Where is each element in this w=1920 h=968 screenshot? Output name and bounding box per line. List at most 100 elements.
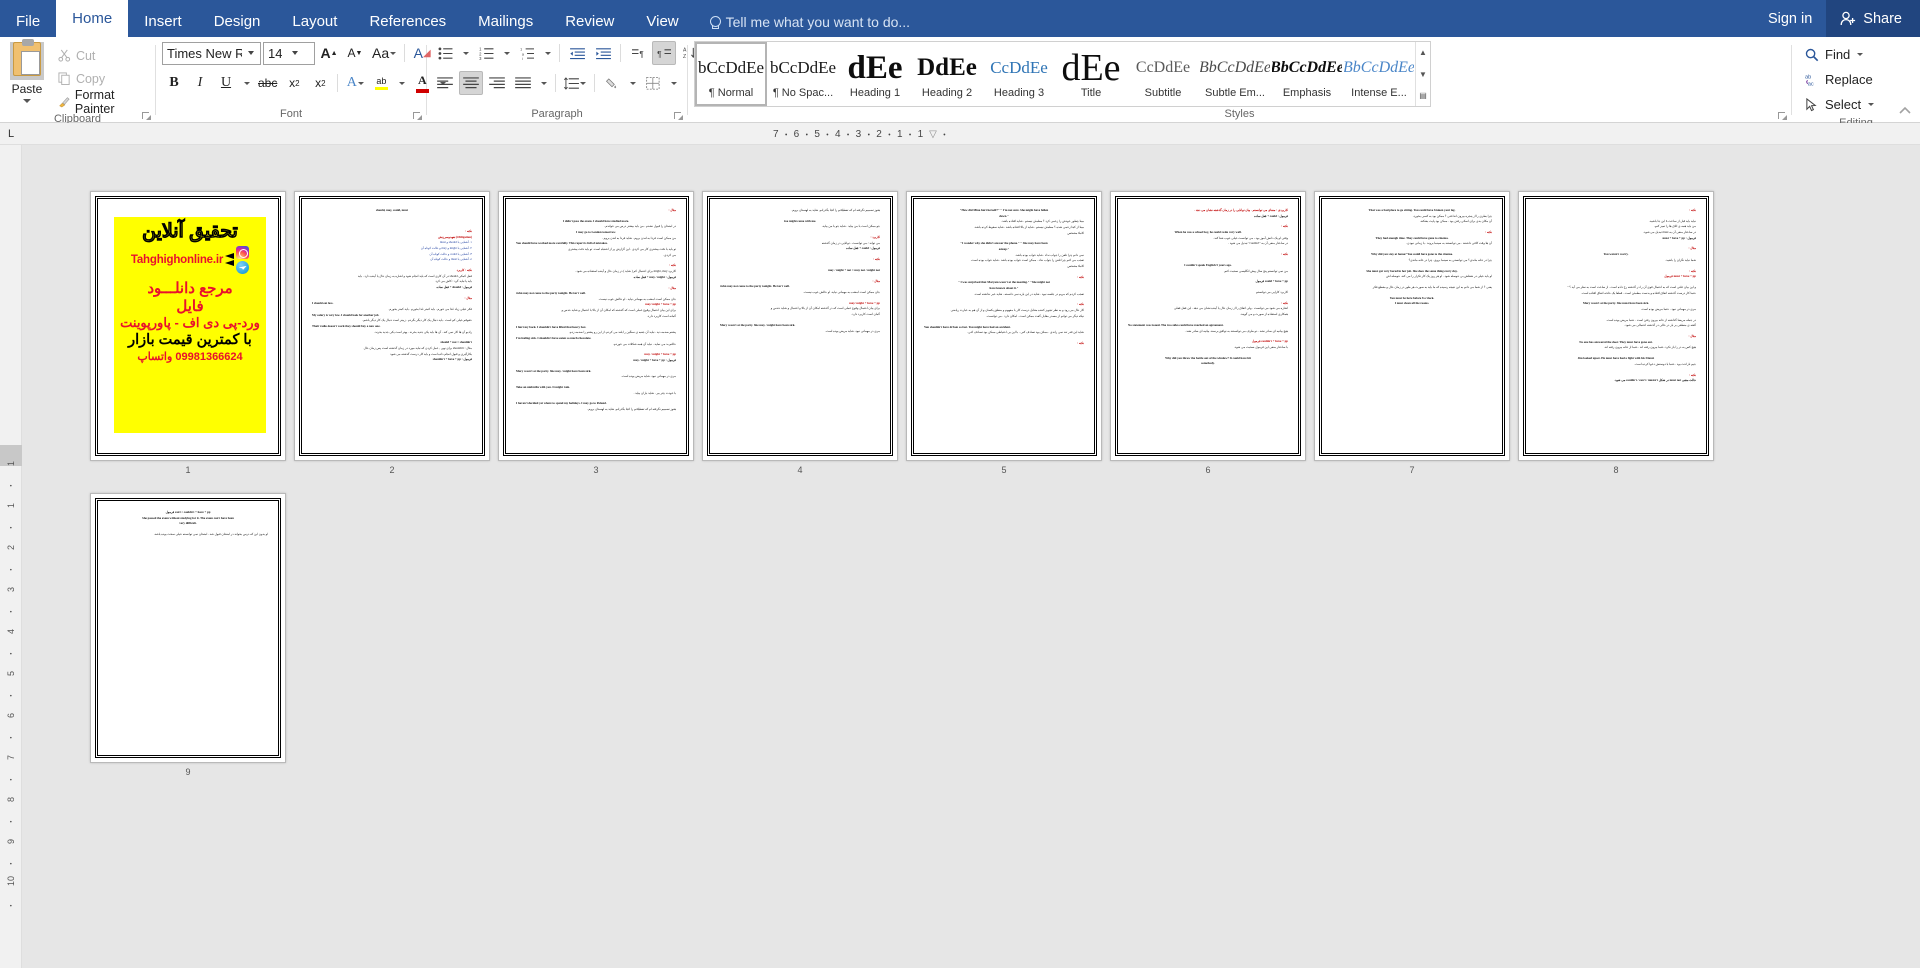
style-heading-2[interactable]: DdEe Heading 2 [911, 42, 983, 106]
page-thumbnail[interactable]: تحقیق آنلاین Tahghighonline.ir مرجع دانلــ… [88, 191, 288, 475]
text-effects-button[interactable]: A [343, 71, 367, 95]
bullets-dropdown[interactable] [459, 41, 472, 65]
font-name-combo[interactable]: Times New R( [162, 41, 261, 65]
document-page[interactable]: مثال : I didn't pass the exam. I should h… [498, 191, 694, 461]
tab-layout[interactable]: Layout [276, 7, 353, 37]
clipboard-dialog-launcher[interactable] [142, 112, 151, 121]
multilevel-list-button[interactable]: 1ai [515, 41, 539, 65]
style-heading-3[interactable]: CcDdEe Heading 3 [983, 42, 1055, 106]
tab-design[interactable]: Design [198, 7, 277, 37]
bold-button[interactable]: B [162, 71, 186, 95]
grow-font-button[interactable]: A ▲ [317, 41, 341, 65]
sign-in-button[interactable]: Sign in [1754, 11, 1826, 27]
page-thumbnail[interactable]: should, may, could, must نکته : (Obligatio… [292, 191, 492, 475]
superscript-button[interactable]: x2 [308, 71, 332, 95]
tab-review[interactable]: Review [549, 7, 630, 37]
tell-me-box[interactable]: Tell me what you want to do... [709, 14, 910, 30]
style-subtitle[interactable]: CcDdEe Subtitle [1127, 42, 1199, 106]
styles-scroll[interactable]: ▲ ▼ ▤ [1415, 42, 1430, 106]
justify-dropdown[interactable] [537, 71, 550, 95]
styles-scroll-down-icon[interactable]: ▼ [1416, 64, 1430, 85]
styles-dialog-launcher[interactable] [1778, 112, 1787, 121]
style-title[interactable]: dEe Title [1055, 42, 1127, 106]
subscript-button[interactable]: x2 [282, 71, 306, 95]
change-case-button[interactable]: Aa [369, 41, 399, 65]
horizontal-ruler[interactable]: 7 ꞏ 6 ꞏ 5 ꞏ 4 ꞏ 3 ꞏ 2 ꞏ 1 ꞏ 1 ▽ ꞏ [770, 123, 949, 145]
align-center-button[interactable] [459, 71, 483, 95]
underline-button[interactable]: U [214, 71, 238, 95]
find-button[interactable]: Find [1800, 42, 1868, 67]
highlight-button[interactable]: ab [369, 71, 393, 95]
tab-home[interactable]: Home [56, 0, 129, 37]
page-thumbnail[interactable]: "How did Mina hurt herself?" " I'm not s… [904, 191, 1104, 475]
decrease-indent-button[interactable] [565, 41, 589, 65]
font-size-combo[interactable]: 14 [263, 41, 315, 65]
document-page[interactable]: "How did Mina hurt herself?" " I'm not s… [906, 191, 1102, 461]
styles-more-icon[interactable]: ▤ [1416, 85, 1430, 106]
page-thumbnail[interactable]: can't / couldn't + have + pp فرمول She pa… [88, 493, 288, 777]
styles-gallery[interactable]: bCcDdEe ¶ Normal bCcDdEe ¶ No Spac... dE… [694, 41, 1431, 107]
style-intense-emphasis[interactable]: BbCcDdEe Intense E... [1343, 42, 1415, 106]
bullets-button[interactable] [433, 41, 457, 65]
increase-indent-button[interactable] [591, 41, 615, 65]
tab-view[interactable]: View [630, 7, 694, 37]
ad-url[interactable]: Tahghighonline.ir [131, 254, 223, 266]
indent-marker-icon[interactable]: ▽ [926, 129, 940, 140]
paragraph-dialog-launcher[interactable] [674, 112, 683, 121]
select-button[interactable]: Select [1800, 92, 1879, 117]
numbering-dropdown[interactable] [500, 41, 513, 65]
italic-button[interactable]: I [188, 71, 212, 95]
replace-button[interactable]: ab ac Replace [1800, 67, 1878, 92]
chevron-down-icon[interactable] [22, 99, 31, 103]
document-page[interactable]: can't / couldn't + have + pp فرمول She pa… [90, 493, 286, 763]
align-left-button[interactable] [433, 71, 457, 95]
telegram-icon[interactable] [236, 260, 250, 274]
style-normal[interactable]: bCcDdEe ¶ Normal [695, 42, 767, 106]
underline-dropdown[interactable] [240, 71, 253, 95]
numbering-button[interactable]: 123 [474, 41, 498, 65]
shading-button[interactable] [600, 71, 624, 95]
highlight-dropdown[interactable] [395, 71, 408, 95]
page-thumbnail[interactable]: کاربردی : معنای می توانستم . بیان توانای… [1108, 191, 1308, 475]
document-page[interactable]: تحقیق آنلاین Tahghighonline.ir مرجع دانلــ… [90, 191, 286, 461]
font-dialog-launcher[interactable] [413, 112, 422, 121]
page-thumbnail[interactable]: نکته : نباید باید قبل از ساعت ٨ این جا با… [1516, 191, 1716, 475]
borders-dropdown[interactable] [667, 71, 680, 95]
style-emphasis[interactable]: BbCcDdEe Emphasis [1271, 42, 1343, 106]
tab-file[interactable]: File [0, 7, 56, 37]
styles-scroll-up-icon[interactable]: ▲ [1416, 42, 1430, 63]
document-page[interactable]: کاربردی : معنای می توانستم . بیان توانای… [1110, 191, 1306, 461]
line-spacing-button[interactable] [561, 71, 589, 95]
multilevel-dropdown[interactable] [541, 41, 554, 65]
borders-button[interactable] [641, 71, 665, 95]
page-thumbnail[interactable]: هنوز تصمیم نگرفته ام که تعطیلاتم را کجا … [700, 191, 900, 475]
style-subtle-emphasis[interactable]: BbCcDdEe Subtle Em... [1199, 42, 1271, 106]
shrink-font-button[interactable]: A ▼ [343, 41, 367, 65]
page-thumbnail[interactable]: مثال : I didn't pass the exam. I should h… [496, 191, 696, 475]
strikethrough-button[interactable]: abc [255, 71, 280, 95]
paste-button[interactable]: Paste [0, 39, 54, 103]
cut-button[interactable]: Cut [54, 44, 155, 67]
collapse-ribbon-icon[interactable] [1898, 104, 1912, 118]
style-no-spacing[interactable]: bCcDdEe ¶ No Spac... [767, 42, 839, 106]
document-page[interactable]: should, may, could, must نکته : (Obligatio… [294, 191, 490, 461]
ltr-direction-button[interactable]: ¶ [626, 41, 650, 65]
tab-insert[interactable]: Insert [128, 7, 198, 37]
instagram-icon[interactable] [236, 245, 250, 259]
page-thumbnail[interactable]: That was a bad place to go sitting. You … [1312, 191, 1512, 475]
tab-stop-selector[interactable]: L [0, 123, 22, 145]
tab-mailings[interactable]: Mailings [462, 7, 549, 37]
document-line: کاملا مشخص [1067, 264, 1084, 268]
document-page[interactable]: That was a bad place to go sitting. You … [1314, 191, 1510, 461]
document-page[interactable]: نکته : نباید باید قبل از ساعت ٨ این جا با… [1518, 191, 1714, 461]
style-heading-1[interactable]: dEe Heading 1 [839, 42, 911, 106]
document-page[interactable]: هنوز تصمیم نگرفته ام که تعطیلاتم را کجا … [702, 191, 898, 461]
tab-references[interactable]: References [353, 7, 462, 37]
rtl-direction-button[interactable]: ¶ [652, 41, 676, 65]
align-right-button[interactable] [485, 71, 509, 95]
format-painter-button[interactable]: Format Painter [54, 88, 155, 116]
justify-button[interactable] [511, 71, 535, 95]
shading-dropdown[interactable] [626, 71, 639, 95]
vertical-ruler[interactable]: 1 ꞏ 1 ꞏ 2 ꞏ 3 ꞏ 4 ꞏ 5 ꞏ 6 ꞏ 7 ꞏ 8 ꞏ 9 ꞏ 10 ꞏ [0, 145, 22, 968]
share-button[interactable]: Share [1826, 0, 1920, 37]
